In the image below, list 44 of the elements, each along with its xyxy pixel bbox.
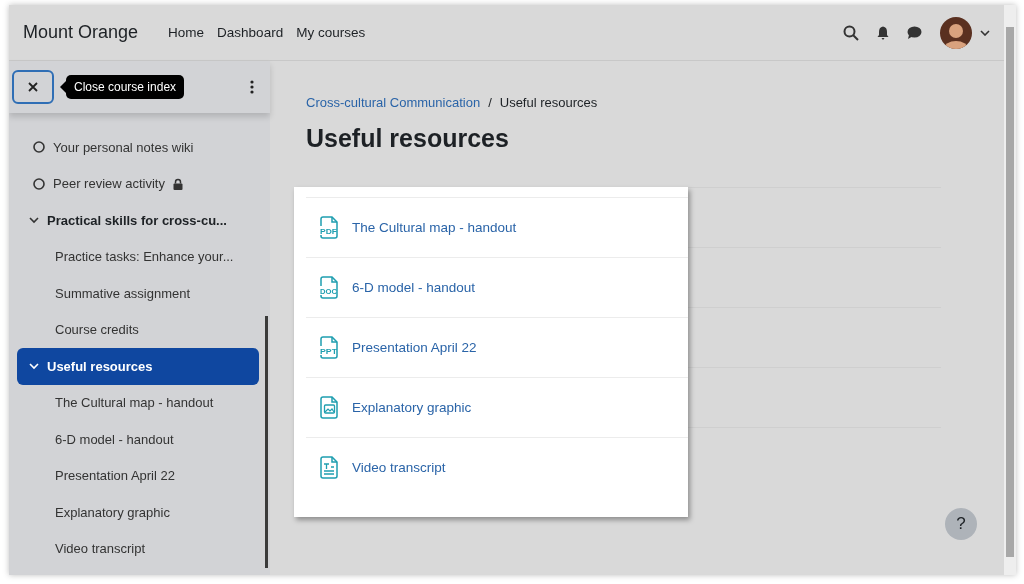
bell-icon[interactable]: [877, 25, 889, 40]
nav-link[interactable]: My courses: [296, 25, 366, 40]
lock-icon: [173, 177, 183, 190]
course-index-item[interactable]: Video transcript: [55, 541, 146, 557]
resource-link[interactable]: 6-D model - handout: [352, 280, 476, 295]
site-name[interactable]: Mount Orange: [23, 22, 139, 43]
resource-link[interactable]: Presentation April 22: [352, 340, 477, 355]
chevron-icon: [29, 215, 39, 226]
course-index-item[interactable]: Course credits: [55, 322, 139, 338]
course-index-item[interactable]: Peer review activity: [53, 176, 165, 192]
chat-icon[interactable]: [907, 26, 922, 39]
course-index-section[interactable]: Practical skills for cross-cu...: [17, 202, 259, 239]
page-scrollbar[interactable]: [1004, 5, 1016, 575]
course-index-section[interactable]: Useful resources: [17, 348, 259, 385]
page-title: Useful resources: [306, 124, 510, 153]
caret-icon[interactable]: [980, 29, 990, 36]
close-button[interactable]: [12, 70, 54, 104]
course-index-item[interactable]: Presentation April 22: [55, 468, 175, 484]
search-icon[interactable]: [843, 24, 859, 41]
help-button[interactable]: ?: [945, 508, 977, 540]
resource-link[interactable]: The Cultural map - handout: [352, 220, 517, 235]
tooltip: Close course index: [60, 75, 185, 99]
avatar[interactable]: [940, 16, 972, 49]
course-index-item[interactable]: 6-D model - handout: [55, 431, 174, 447]
scrollbar[interactable]: [265, 316, 268, 568]
text-file-icon: [320, 456, 340, 479]
nav-link[interactable]: Home: [168, 25, 205, 40]
nav-link[interactable]: Dashboard: [217, 25, 284, 40]
breadcrumb-link[interactable]: Cross-cultural Communication: [306, 95, 481, 110]
course-index-item[interactable]: Practice tasks: Enhance your...: [55, 249, 234, 265]
image-file-icon: [320, 396, 340, 419]
course-index-item[interactable]: The Cultural map - handout: [55, 395, 214, 411]
course-index-item[interactable]: Your personal notes wiki: [53, 139, 194, 155]
breadcrumb-separator: /: [488, 95, 492, 110]
breadcrumb-current: Useful resources: [499, 95, 598, 110]
course-index-item[interactable]: Summative assignment: [55, 285, 191, 301]
more-icon[interactable]: [250, 80, 254, 94]
chevron-icon: [29, 361, 39, 372]
close-icon: [28, 82, 38, 92]
resource-link[interactable]: Explanatory graphic: [352, 400, 472, 415]
circle-icon: [33, 177, 45, 190]
resource-link[interactable]: Video transcript: [352, 460, 446, 475]
course-index-item[interactable]: Explanatory graphic: [55, 504, 170, 520]
circle-icon: [33, 141, 45, 154]
